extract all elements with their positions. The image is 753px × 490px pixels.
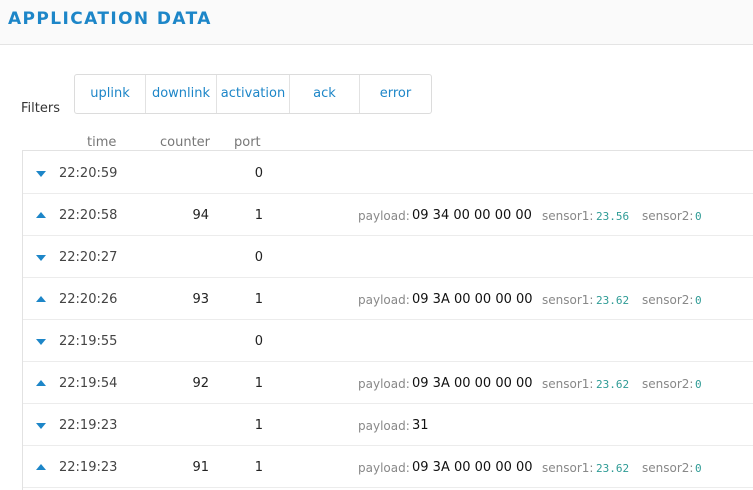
- payload-label: payload:: [358, 293, 410, 307]
- filters-label: Filters: [21, 101, 60, 116]
- sensor1-value: 23.62: [596, 462, 630, 475]
- triangle-up-icon[interactable]: [36, 296, 46, 302]
- sensor2-label: sensor2:: [642, 209, 694, 223]
- row-time: 22:20:58: [59, 208, 118, 223]
- app-header: APPLICATION DATA: [0, 0, 753, 45]
- table-row[interactable]: 22:20:27 0: [23, 237, 753, 278]
- table-row[interactable]: 22:20:26 93 1 payload: 09 3A 00 00 00 00 sens…: [23, 279, 753, 320]
- sensor2-label: sensor2:: [642, 377, 694, 391]
- column-header-time: time: [87, 135, 117, 150]
- row-port: 0: [254, 250, 263, 265]
- triangle-down-icon[interactable]: [36, 423, 46, 429]
- filter-downlink-button[interactable]: downlink: [146, 75, 217, 113]
- table-row[interactable]: 22:19:54 92 1 payload: 09 3A 00 00 00 00 sens…: [23, 363, 753, 404]
- table-row[interactable]: 22:20:59 0: [23, 153, 753, 194]
- row-counter: 91: [192, 460, 209, 475]
- payload-value: 09 3A 00 00 00 00: [412, 460, 533, 475]
- sensor1-label: sensor1:: [542, 293, 594, 307]
- payload-value: 31: [412, 418, 429, 433]
- data-table: 22:20:59 0 22:20:58 94 1 payload: 09 34 00 00 …: [22, 150, 753, 490]
- filter-activation-button[interactable]: activation: [217, 75, 290, 113]
- row-time: 22:19:23: [59, 418, 118, 433]
- row-port: 1: [254, 418, 263, 433]
- row-counter: 93: [192, 292, 209, 307]
- sensor2-label: sensor2:: [642, 293, 694, 307]
- filter-uplink-button[interactable]: uplink: [75, 75, 146, 113]
- sensor1-label: sensor1:: [542, 377, 594, 391]
- row-time: 22:20:26: [59, 292, 118, 307]
- row-time: 22:20:27: [59, 250, 118, 265]
- filter-ack-button[interactable]: ack: [290, 75, 360, 113]
- sensor1-label: sensor1:: [542, 209, 594, 223]
- payload-label: payload:: [358, 209, 410, 223]
- sensor2-value: 0: [695, 378, 702, 391]
- payload-value: 09 34 00 00 00 00: [412, 208, 532, 223]
- triangle-down-icon[interactable]: [36, 339, 46, 345]
- payload-value: 09 3A 00 00 00 00: [412, 292, 533, 307]
- table-row[interactable]: 22:19:23 91 1 payload: 09 3A 00 00 00 00 sens…: [23, 447, 753, 488]
- row-port: 1: [254, 292, 263, 307]
- table-row[interactable]: 22:19:55 0: [23, 321, 753, 362]
- triangle-up-icon[interactable]: [36, 380, 46, 386]
- payload-label: payload:: [358, 461, 410, 475]
- row-port: 1: [254, 376, 263, 391]
- page-title: APPLICATION DATA: [8, 9, 212, 29]
- sensor2-value: 0: [695, 294, 702, 307]
- payload-value: 09 3A 00 00 00 00: [412, 376, 533, 391]
- sensor2-value: 0: [695, 210, 702, 223]
- sensor1-value: 23.56: [596, 210, 630, 223]
- filters-button-group: uplink downlink activation ack error: [74, 74, 432, 114]
- table-row[interactable]: 22:19:23 1 payload: 31: [23, 405, 753, 446]
- triangle-down-icon[interactable]: [36, 171, 46, 177]
- triangle-up-icon[interactable]: [36, 212, 46, 218]
- payload-label: payload:: [358, 419, 410, 433]
- triangle-down-icon[interactable]: [36, 255, 46, 261]
- triangle-up-icon[interactable]: [36, 464, 46, 470]
- row-port: 0: [254, 334, 263, 349]
- sensor2-value: 0: [695, 462, 702, 475]
- filter-error-button[interactable]: error: [360, 75, 431, 113]
- row-port: 1: [254, 208, 263, 223]
- column-header-port: port: [234, 135, 261, 150]
- sensor2-label: sensor2:: [642, 461, 694, 475]
- sensor1-value: 23.62: [596, 378, 630, 391]
- payload-label: payload:: [358, 377, 410, 391]
- row-time: 22:20:59: [59, 166, 118, 181]
- row-time: 22:19:23: [59, 460, 118, 475]
- row-counter: 94: [192, 208, 209, 223]
- sensor1-label: sensor1:: [542, 461, 594, 475]
- table-row[interactable]: 22:20:58 94 1 payload: 09 34 00 00 00 00 sens…: [23, 195, 753, 236]
- row-port: 1: [254, 460, 263, 475]
- column-header-counter: counter: [160, 135, 211, 150]
- row-time: 22:19:54: [59, 376, 118, 391]
- row-port: 0: [254, 166, 263, 181]
- sensor1-value: 23.62: [596, 294, 630, 307]
- row-counter: 92: [192, 376, 209, 391]
- row-time: 22:19:55: [59, 334, 118, 349]
